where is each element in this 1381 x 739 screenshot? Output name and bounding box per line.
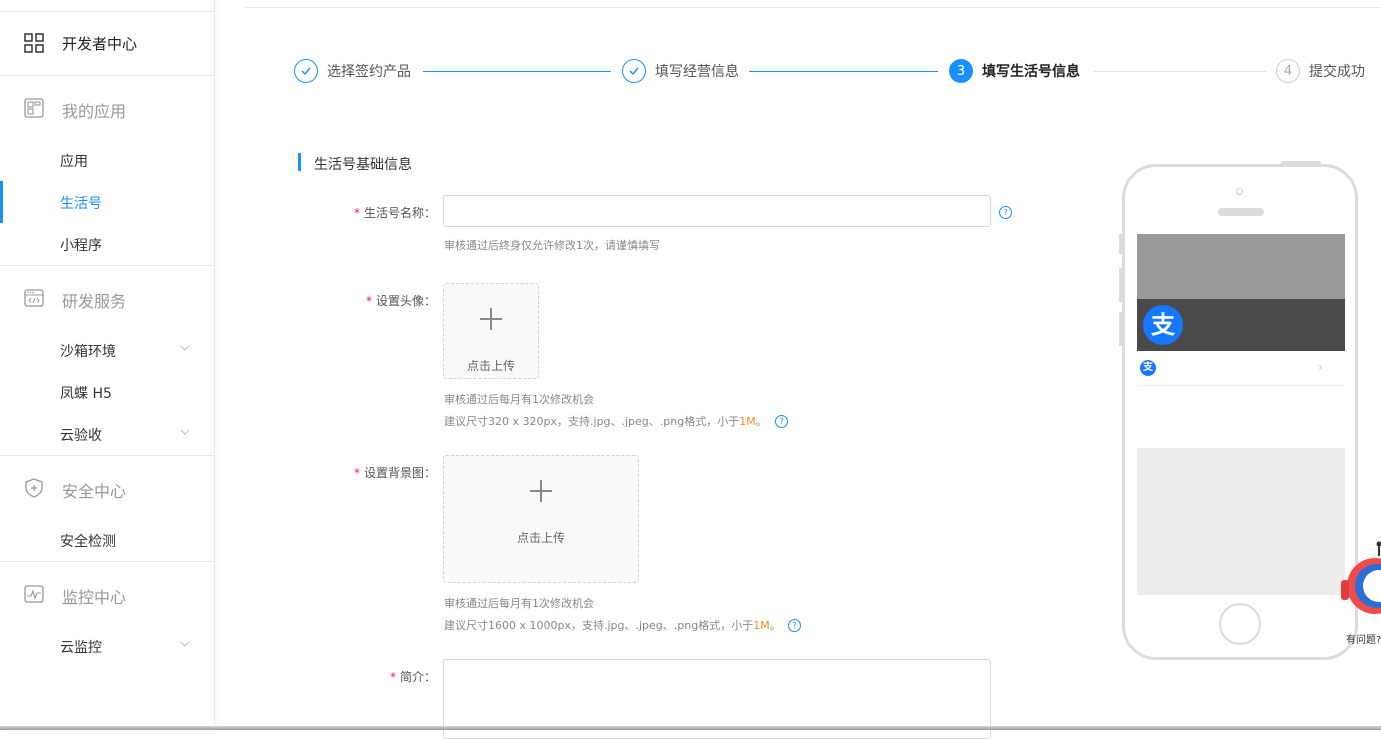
sidebar-header[interactable]: 开发者中心	[0, 12, 214, 76]
help-robot-icon[interactable]	[1341, 540, 1381, 630]
step-3: 3 填写生活号信息	[949, 58, 1080, 84]
avatar-field-label: *设置头像：	[340, 292, 436, 309]
plus-icon	[480, 308, 502, 330]
window-bottom-edge	[0, 726, 1381, 730]
sidebar-item-life-account[interactable]: 生活号	[0, 181, 214, 223]
code-window-icon	[24, 288, 44, 308]
name-input[interactable]	[443, 195, 991, 227]
avatar-hint-frequency: 审核通过后每月有1次修改机会	[444, 391, 594, 407]
content-top-border	[244, 7, 1381, 8]
background-upload[interactable]: 点击上传	[443, 455, 639, 583]
phone-speaker	[1218, 208, 1264, 216]
chevron-down-icon	[180, 343, 190, 353]
step-4: 4 提交成功	[1276, 58, 1365, 84]
sidebar-group-my-apps: 我的应用	[0, 76, 214, 140]
sidebar-item-sandbox[interactable]: 沙箱环境	[0, 329, 214, 371]
alipay-logo-icon: 支	[1140, 360, 1156, 376]
phone-camera	[1236, 188, 1243, 195]
sidebar-header-label: 开发者中心	[62, 33, 137, 54]
help-icon[interactable]: ?	[788, 619, 801, 632]
sidebar-item-label: 安全检测	[60, 531, 116, 551]
chevron-right-icon: ›	[1318, 360, 1323, 374]
step-connector	[1094, 71, 1266, 72]
step-label: 选择签约产品	[327, 61, 411, 81]
grid-icon	[24, 33, 44, 53]
sidebar-group-security: 安全中心	[0, 456, 214, 520]
step-2: 填写经营信息	[622, 58, 739, 84]
help-icon[interactable]: ?	[999, 206, 1012, 219]
help-icon[interactable]: ?	[775, 415, 788, 428]
sidebar-item-apps[interactable]: 应用	[0, 139, 214, 181]
apps-icon	[24, 98, 44, 118]
sidebar-item-security-check[interactable]: 安全检测	[0, 519, 214, 561]
shield-icon	[24, 478, 44, 498]
background-field-label: *设置背景图：	[340, 464, 436, 481]
name-field-label: *生活号名称：	[340, 204, 436, 221]
sidebar-group-monitoring: 监控中心	[0, 562, 214, 626]
step-number: 3	[949, 59, 973, 83]
check-icon	[622, 59, 646, 83]
sidebar-item-label: 小程序	[60, 235, 102, 255]
sidebar-item-label: 沙箱环境	[60, 341, 116, 361]
name-hint: 审核通过后终身仅允许修改1次，请谨慎填写	[444, 237, 660, 253]
sidebar-item-fengdie-h5[interactable]: 凤蝶 H5	[0, 371, 214, 413]
sidebar-group-title: 我的应用	[62, 98, 126, 122]
avatar-upload[interactable]: 点击上传	[443, 283, 539, 379]
sidebar-item-cloud-monitor[interactable]: 云监控	[0, 625, 214, 667]
phone-home-button	[1219, 603, 1261, 645]
chevron-down-icon	[180, 639, 190, 649]
upload-label: 点击上传	[444, 357, 538, 374]
sidebar-group-title: 安全中心	[62, 478, 126, 502]
step-connector	[423, 71, 611, 72]
sidebar-item-cloud-acceptance[interactable]: 云验收	[0, 413, 214, 455]
sidebar-item-label: 云验收	[60, 425, 102, 445]
avatar-hint-size: 建议尺寸320 x 320px，支持.jpg、.jpeg、.png格式，小于1M…	[444, 413, 767, 429]
step-label: 提交成功	[1309, 61, 1365, 81]
sidebar-group-title: 研发服务	[62, 288, 126, 312]
background-hint-size: 建议尺寸1600 x 1000px，支持.jpg、.jpeg、.png格式，小于…	[444, 617, 781, 633]
preview-row-divider	[1137, 385, 1345, 386]
monitor-chart-icon	[24, 584, 44, 604]
step-connector	[749, 71, 938, 72]
sidebar-item-mini-program[interactable]: 小程序	[0, 223, 214, 265]
preview-content-area	[1137, 448, 1345, 595]
preview-background-area	[1137, 234, 1345, 299]
alipay-logo-icon: 支	[1143, 305, 1183, 345]
sidebar-item-label: 应用	[60, 151, 88, 171]
intro-field-label: *简介：	[340, 668, 436, 685]
help-robot-label[interactable]: 有问题?	[1346, 631, 1381, 646]
sidebar: 开发者中心 我的应用 应用 生活号 小程序 研发服务 沙箱环境 凤蝶 H5	[0, 0, 215, 730]
section-title: 生活号基础信息	[314, 154, 412, 174]
chevron-down-icon	[180, 427, 190, 437]
sidebar-item-label: 生活号	[60, 193, 102, 213]
step-1: 选择签约产品	[294, 58, 411, 84]
step-label: 填写生活号信息	[982, 61, 1080, 81]
step-number: 4	[1276, 59, 1300, 83]
section-accent-bar	[298, 153, 301, 171]
sidebar-group-title: 监控中心	[62, 584, 126, 608]
check-icon	[294, 59, 318, 83]
background-hint-frequency: 审核通过后每月有1次修改机会	[444, 595, 594, 611]
upload-label: 点击上传	[444, 529, 638, 546]
plus-icon	[530, 480, 552, 502]
sidebar-group-dev-services: 研发服务	[0, 266, 214, 330]
sidebar-item-label: 凤蝶 H5	[60, 383, 112, 403]
sidebar-item-label: 云监控	[60, 637, 102, 657]
step-label: 填写经营信息	[655, 61, 739, 81]
